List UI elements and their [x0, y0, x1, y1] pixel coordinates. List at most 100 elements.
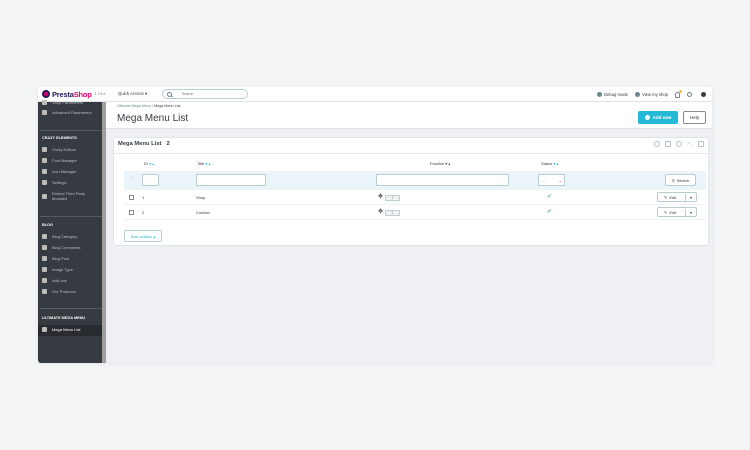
search-button-label: Search — [676, 177, 690, 183]
pencil-icon: ✎ — [664, 194, 668, 200]
sidebar-item-label: Blog Comments — [52, 245, 81, 250]
add-icon[interactable] — [654, 141, 660, 147]
notification-badge — [679, 89, 682, 93]
eye-icon — [635, 92, 640, 97]
sidebar-item-advanced-parameters[interactable]: Advanced Parameters — [42, 110, 92, 115]
sidebar-item-settings[interactable]: Settings — [42, 180, 66, 185]
status-enabled-icon[interactable]: ✔ — [547, 208, 552, 215]
record-count-badge: 2 — [166, 141, 170, 147]
drag-handle-icon[interactable]: ✥ — [378, 208, 383, 215]
search-input[interactable] — [182, 92, 242, 96]
browser-window: PrestaShop 1.7.8.5 Quick Access ▾ Debug … — [38, 87, 712, 363]
filter-id-input[interactable] — [142, 174, 159, 186]
column-header-id[interactable]: ID▾ ▴ — [144, 161, 154, 166]
caret-down-icon[interactable]: ▾ — [690, 210, 692, 215]
page-title: Mega Menu List — [117, 113, 189, 124]
icons-icon — [42, 169, 47, 174]
gear-icon — [42, 180, 47, 185]
status-enabled-icon[interactable]: ✔ — [547, 193, 552, 200]
row-position: 1 — [385, 195, 400, 201]
sidebar-item-label: Shop Parameters — [52, 100, 84, 105]
row-title: Shop — [196, 195, 206, 200]
row-checkbox[interactable] — [129, 195, 134, 200]
sidebar-item-mega-menu-list[interactable]: Mega Menu List — [42, 327, 80, 332]
caret-down-icon[interactable]: ▾ — [690, 195, 692, 200]
sidebar-item-label: Font Manager — [52, 158, 77, 163]
filter-title-input[interactable] — [196, 174, 266, 186]
account-button[interactable] — [701, 92, 708, 97]
bell-icon — [675, 89, 682, 98]
sidebar-item-font-manager[interactable]: Font Manager — [42, 158, 77, 163]
search-box[interactable] — [162, 89, 248, 99]
edit-label: Edit — [669, 194, 677, 200]
breadcrumb-current: Mega Menu List — [154, 104, 181, 108]
search-icon[interactable] — [167, 91, 172, 97]
help-center-button[interactable] — [687, 92, 694, 97]
help-button[interactable]: Help — [683, 111, 706, 124]
trash-icon[interactable] — [698, 141, 704, 147]
sidebar-item-image-type[interactable]: Image Type — [42, 267, 73, 272]
edit-button[interactable]: ✎ Edit ▾ — [657, 192, 697, 202]
filter-status-select[interactable]: -- ⌄ — [538, 174, 565, 186]
view-shop-link[interactable]: View my shop — [635, 92, 668, 97]
sidebar-item-blog-post[interactable]: Blog Post — [42, 256, 69, 261]
sidebar-item-shop-parameters[interactable]: Shop Parameters — [42, 100, 83, 105]
export-icon[interactable] — [665, 141, 671, 147]
sidebar-item-blog-category[interactable]: Blog Category — [42, 234, 77, 239]
add-new-button[interactable]: Add new — [638, 111, 678, 124]
sort-icon[interactable]: ▾ ▴ — [149, 161, 154, 166]
column-header-title[interactable]: Title▾ ▴ — [197, 161, 211, 166]
sidebar-item-our-products[interactable]: Our Products — [42, 289, 76, 294]
panel-title: Mega Menu List — [118, 141, 162, 147]
sidebar-item-icon-manager[interactable]: Icon Manager — [42, 169, 76, 174]
gear-icon — [687, 92, 692, 97]
filter-position-input[interactable] — [376, 174, 509, 186]
sidebar-item-crazy-editors[interactable]: Crazy Editors — [42, 147, 76, 152]
version-label: 1.7.8.5 — [94, 92, 106, 96]
refresh-icon[interactable] — [676, 141, 682, 147]
row-checkbox[interactable] — [129, 210, 134, 215]
edit-button[interactable]: ✎ Edit ▾ — [657, 207, 697, 217]
sidebar-item-label: Blog Post — [52, 256, 70, 261]
sidebar-item-label: Settings — [52, 180, 67, 185]
panel-heading: Mega Menu List 2 — [118, 141, 170, 147]
edit-label: Edit — [669, 209, 677, 215]
table-row[interactable]: 2 Contact ✥ 2 ✔ ✎ Edit ▾ — [124, 205, 706, 220]
quick-access-menu[interactable]: Quick Access ▾ — [118, 91, 162, 97]
search-button[interactable]: ⚲ Search — [665, 174, 696, 186]
sidebar-heading-blog: BLOG — [42, 223, 53, 227]
column-header-status[interactable]: Status▾ ▴ — [541, 161, 558, 166]
prestashop-logo[interactable]: PrestaShop 1.7.8.5 — [42, 90, 116, 99]
sql-icon[interactable]: >_ — [687, 141, 693, 147]
column-header-position[interactable]: Position▾ ▴ — [430, 161, 450, 166]
user-avatar-icon — [701, 92, 706, 97]
sidebar-divider — [40, 308, 102, 309]
breadcrumb-separator: / — [152, 104, 154, 108]
filter-status-value: -- — [542, 178, 545, 183]
brush-icon — [42, 147, 47, 152]
chevron-down-icon: ⌄ — [558, 178, 562, 183]
prestashop-logo-icon — [42, 90, 50, 98]
sort-icon[interactable]: ▾ ▴ — [553, 161, 558, 166]
sort-icon[interactable]: ▾ ▴ — [445, 161, 450, 166]
filter-toggle-icon[interactable]: – — [130, 174, 132, 179]
table-row[interactable]: 1 Shop ✥ 1 ✔ ✎ Edit ▾ — [124, 190, 706, 205]
row-position: 2 — [385, 210, 400, 216]
sidebar-item-extend-third-party[interactable]: Extend Third Party Modules — [42, 191, 85, 201]
sidebar-item-blog-comments[interactable]: Blog Comments — [42, 245, 80, 250]
sidebar-heading-umm: ULTIMATE MEGA MENU — [42, 316, 86, 320]
drag-handle-icon[interactable]: ✥ — [378, 193, 383, 200]
puzzle-icon — [42, 256, 47, 261]
sidebar-item-add-ons[interactable]: Add-ons — [42, 278, 67, 283]
notifications-button[interactable] — [675, 89, 682, 98]
puzzle-icon — [42, 327, 47, 332]
main-content: Ultimate Mega Menu / Mega Menu List Mega… — [106, 102, 712, 363]
sidebar-item-label: Add-ons — [52, 278, 67, 283]
breadcrumb-parent[interactable]: Ultimate Mega Menu — [117, 104, 151, 108]
debug-mode-link[interactable]: Debug mode — [597, 92, 628, 97]
sort-icon[interactable]: ▾ ▴ — [205, 161, 210, 166]
top-right-tools: Debug mode View my shop — [590, 87, 708, 102]
bulk-actions-button[interactable]: Bulk actions ▴ — [124, 230, 162, 242]
row-title: Contact — [196, 210, 210, 215]
filter-row: – -- ⌄ ⚲ Search — [124, 171, 706, 190]
